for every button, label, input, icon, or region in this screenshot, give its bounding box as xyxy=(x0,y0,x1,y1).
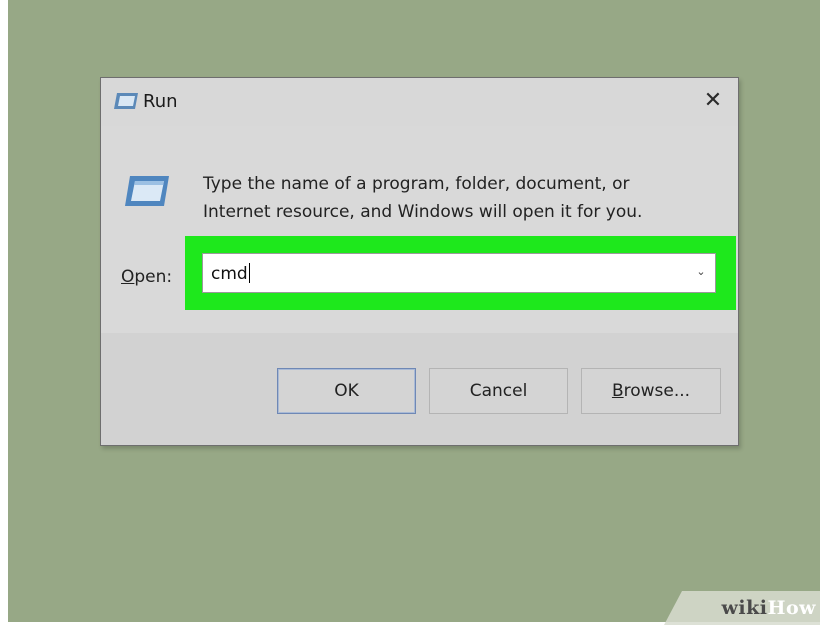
browse-button[interactable]: Browse... xyxy=(581,368,721,414)
watermark-how: How xyxy=(767,597,816,619)
cancel-button[interactable]: Cancel xyxy=(429,368,568,414)
desktop: Run ✕ Type the name of a program, folder… xyxy=(0,0,820,625)
open-input-value: cmd xyxy=(211,264,248,284)
browse-accelerator: B xyxy=(611,381,624,401)
text-caret xyxy=(248,263,250,283)
browse-label-rest: rowse... xyxy=(623,381,691,401)
close-button[interactable]: ✕ xyxy=(702,90,724,112)
title-bar[interactable]: Run ✕ xyxy=(101,78,738,126)
instructions-line-1: Type the name of a program, folder, docu… xyxy=(203,174,630,194)
open-input[interactable]: cmd xyxy=(211,263,250,284)
close-icon: ✕ xyxy=(703,88,723,113)
instructions-text: Type the name of a program, folder, docu… xyxy=(203,170,703,226)
run-dialog: Run ✕ Type the name of a program, folder… xyxy=(100,77,739,446)
run-program-icon xyxy=(125,176,169,206)
instructions-line-2: Internet resource, and Windows will open… xyxy=(203,202,643,222)
wikihow-watermark: wikiHow xyxy=(664,591,820,625)
open-combobox[interactable]: cmd ⌄ xyxy=(202,253,716,293)
ok-button[interactable]: OK xyxy=(277,368,416,414)
open-label: Open: xyxy=(121,267,172,287)
watermark-text: wikiHow xyxy=(722,597,816,619)
watermark-wiki: wiki xyxy=(721,597,768,619)
open-label-accelerator: O xyxy=(121,267,135,287)
run-icon xyxy=(114,93,138,109)
open-label-rest: pen: xyxy=(134,267,173,287)
chevron-down-icon[interactable]: ⌄ xyxy=(695,265,707,279)
window-title: Run xyxy=(143,91,178,112)
